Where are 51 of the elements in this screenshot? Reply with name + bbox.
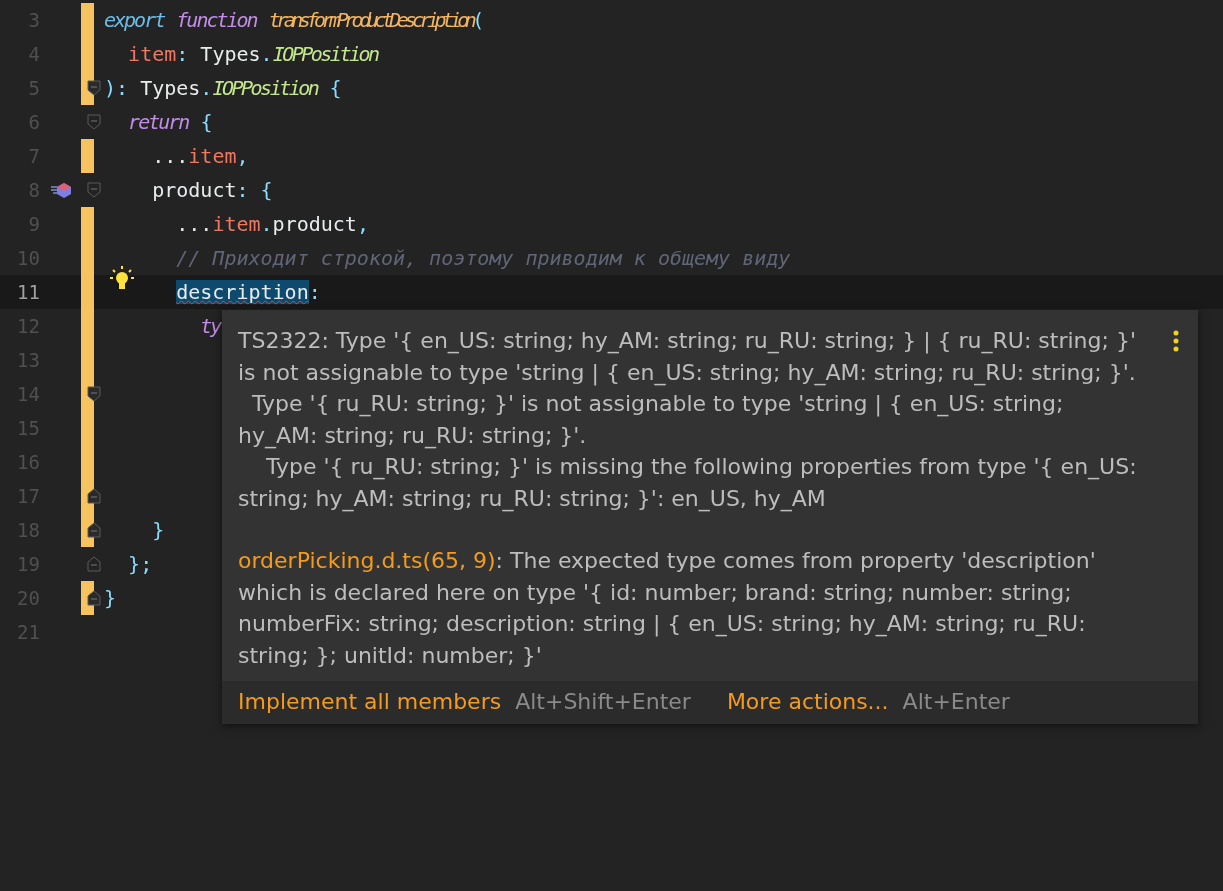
code-token: item	[188, 144, 237, 168]
action-link[interactable]: Implement all members	[238, 689, 502, 714]
code-token: Types	[140, 76, 201, 100]
code-token: Types	[200, 42, 261, 66]
code-token: product	[152, 178, 237, 202]
code-token: IOPPosition	[272, 42, 378, 66]
fold-icon[interactable]	[87, 522, 101, 538]
code-token: .	[200, 76, 213, 100]
code-token: : {	[236, 178, 273, 202]
code-token: item	[128, 42, 177, 66]
fold-icon[interactable]	[87, 386, 101, 402]
code-token: return	[128, 110, 189, 134]
error-message: TS2322: Type '{ en_US: string; hy_AM: string; ru_RU: string; } | { ru_RU: string; }' is not assignable to type 'string | { en_US: string; hy_AM: string; ru_RU: string; }'.	[238, 327, 1137, 388]
code-token: }	[104, 586, 117, 610]
code-token: IOPPosition	[212, 76, 318, 100]
code-token: ):	[104, 76, 130, 100]
code-token: };	[128, 552, 153, 576]
code-token: {	[200, 110, 213, 134]
action-link[interactable]: More actions...	[726, 689, 889, 714]
shortcut-hint: Alt+Enter	[902, 689, 1010, 714]
code-token: item	[212, 212, 261, 236]
fold-icon[interactable]	[87, 488, 101, 504]
code-token: {	[329, 76, 342, 100]
code-token: (	[472, 8, 485, 32]
error-message: Type '{ ru_RU: string; }' is missing the following properties from type '{ en_US: string; hy_AM: string; ru_RU: string; }': en_US, hy_AM	[238, 453, 1138, 514]
code-token: }	[152, 518, 165, 542]
code-token: description	[176, 280, 309, 304]
line-number: 11	[16, 281, 40, 303]
code-token: function	[176, 8, 257, 32]
code-token: .	[260, 212, 273, 236]
error-message: orderPicking.d.ts(65, 9): The expected type comes from property 'description' which is declared here on type '{ id: number; brand: string; number: string; numberFix: string; description: string | { en_US: string; hy_AM: string; ru_RU: string; }; unitId: number; }'	[238, 547, 1097, 670]
file-link[interactable]: orderPicking.d.ts(65, 9)	[238, 548, 496, 573]
lightbulb-icon[interactable]	[110, 266, 134, 292]
code-token: ...	[176, 212, 213, 236]
fold-icon[interactable]	[87, 80, 101, 96]
shortcut-hint: Alt+Shift+Enter	[515, 689, 691, 714]
code-token: product	[272, 212, 357, 236]
fold-icon[interactable]	[87, 590, 101, 606]
code-token: transformProductDescription	[268, 8, 473, 32]
code-token: ,	[236, 144, 249, 168]
code-token: :	[308, 280, 321, 304]
code-token: export	[104, 8, 165, 32]
error-message: Type '{ ru_RU: string; }' is not assignable to type 'string | { en_US: string; hy_AM: string; ru_RU: string; }'.	[238, 390, 1065, 451]
more-options-icon[interactable]	[1172, 330, 1180, 352]
code-token: .	[260, 42, 273, 66]
implementation-icon[interactable]	[49, 182, 72, 198]
code-token: ...	[152, 144, 189, 168]
code-token: ty	[200, 314, 221, 338]
code-token: ,	[356, 212, 369, 236]
code-comment: // Приходит строкой, поэтому приводим к общему виду	[176, 246, 791, 270]
code-token: :	[176, 42, 190, 66]
